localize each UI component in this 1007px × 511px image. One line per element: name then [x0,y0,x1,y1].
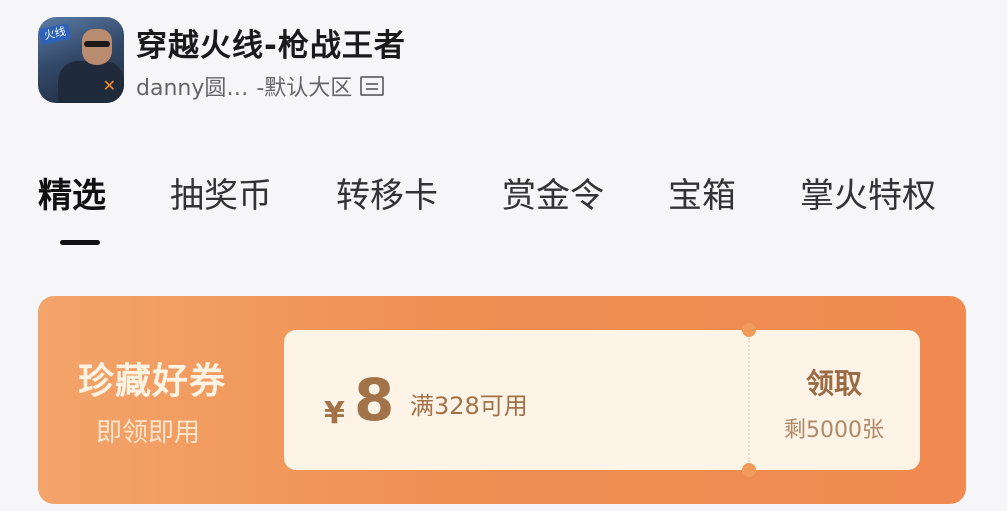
app-logo-icon: ✕ [102,76,116,95]
app-icon-figure-head [82,29,112,65]
coupon-currency-symbol: ¥ [324,396,345,431]
tab-bounty-pass[interactable]: 赏金令 [502,168,604,218]
active-tab-indicator [60,240,100,245]
coupon-banner-title: 珍藏好券 [78,361,227,402]
category-tabs: 精选 抽奖币 转移卡 赏金令 宝箱 掌火特权 [38,168,1000,218]
app-icon[interactable]: 火线 ✕ [38,17,124,103]
coupon-banner-subtitle: 即领即用 [96,418,201,448]
account-row[interactable]: danny圆… -默认大区 [136,70,385,102]
tab-privileges[interactable]: 掌火特权 [800,168,936,218]
coupon-condition: 满328可用 [410,392,528,420]
tab-treasure-box[interactable]: 宝箱 [668,168,736,218]
app-title: 穿越火线-枪战王者 [136,28,406,64]
coupon-banner: 珍藏好券 即领即用 ¥ 8 满328可用 领取 剩5000张 [38,296,966,504]
switch-account-icon[interactable] [360,76,385,96]
ticket-notch-top [742,323,756,337]
claim-coupon-button[interactable]: 领取 [764,362,904,402]
coupon-amount: 8 [354,366,395,434]
tab-featured[interactable]: 精选 [38,168,106,218]
tab-lottery-coins[interactable]: 抽奖币 [170,168,272,218]
ticket-notch-bottom [742,463,756,477]
app-icon-sunglasses [84,41,110,47]
server-name: -默认大区 [256,76,353,101]
coupon-remaining-count: 剩5000张 [784,418,884,443]
coupon-ticket[interactable]: ¥ 8 满328可用 领取 剩5000张 [284,323,920,477]
tab-transfer-cards[interactable]: 转移卡 [336,168,438,218]
app-icon-badge: 火线 [38,23,72,45]
user-name: danny圆… [136,76,249,101]
ticket-divider [748,338,750,462]
